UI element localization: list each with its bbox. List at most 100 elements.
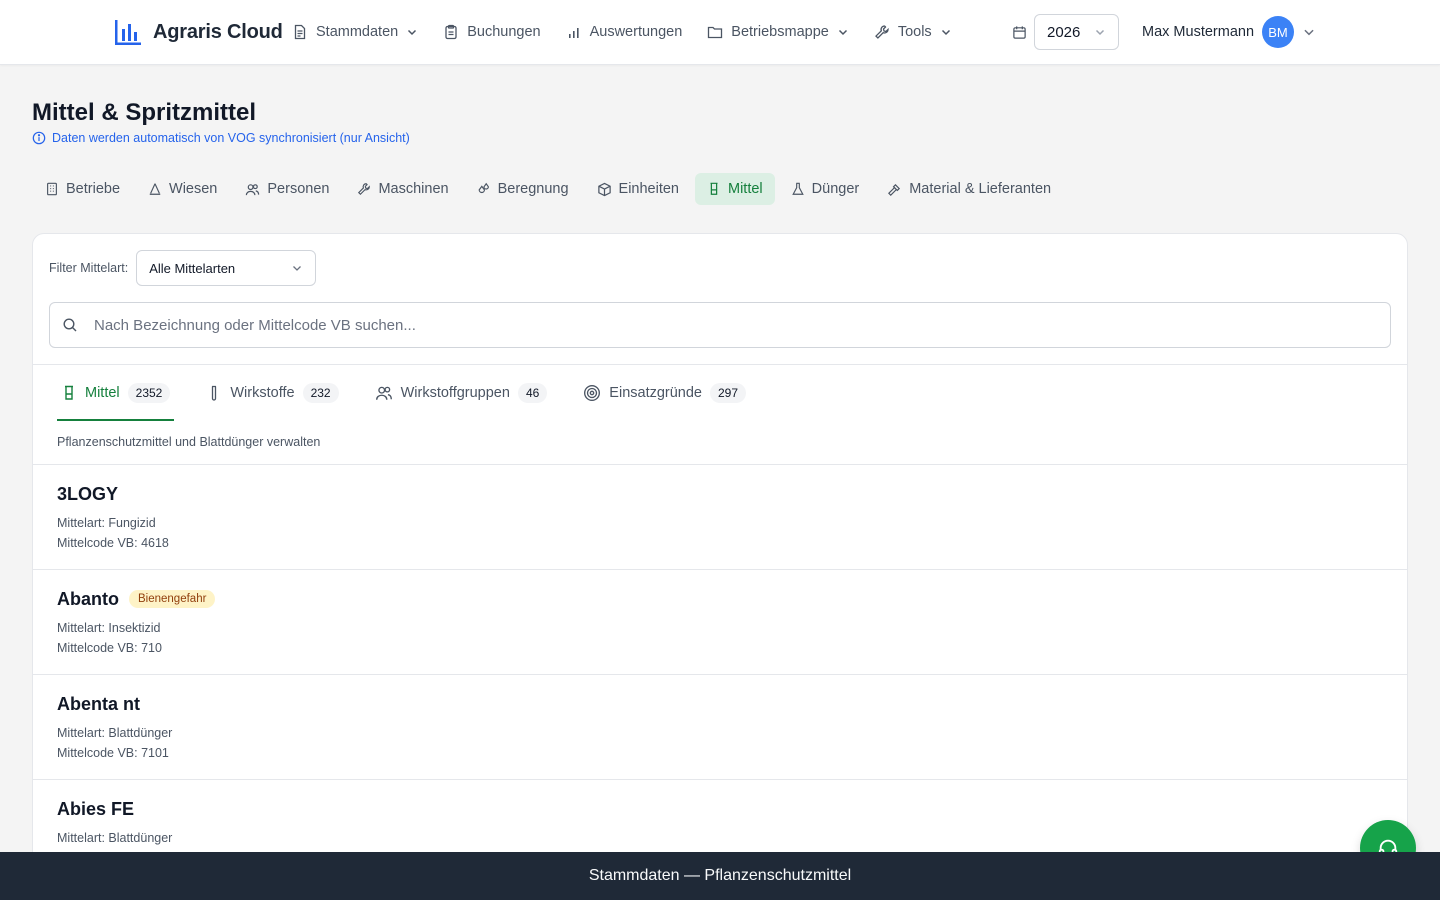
filter-value: Alle Mittelarten xyxy=(149,260,236,276)
item-mittelart: Mittelart: Insektizid xyxy=(57,621,161,635)
subtab-label: Wirkstoffe xyxy=(230,385,295,401)
nav-tools[interactable]: Tools xyxy=(874,0,952,64)
nav-label: Betriebsmappe xyxy=(731,24,829,40)
nav-auswertungen[interactable]: Auswertungen xyxy=(566,0,683,64)
tab-label: Maschinen xyxy=(378,181,449,197)
item-meta: Mittelart: Insektizid Mittelcode VB: 710 xyxy=(57,618,1383,658)
top-navbar: Agraris Cloud Stammdaten Buchungen Auswe… xyxy=(0,0,1440,65)
search-box xyxy=(49,302,1391,348)
tab-betriebe[interactable]: Betriebe xyxy=(33,173,132,205)
test-tube-icon xyxy=(212,385,217,401)
building-icon xyxy=(47,182,57,196)
tab-einheiten[interactable]: Einheiten xyxy=(585,173,691,205)
tab-beregnung[interactable]: Beregnung xyxy=(465,173,581,205)
subtab-einsatzgruende[interactable]: Einsatzgründe 297 xyxy=(579,365,750,421)
document-icon xyxy=(294,24,306,40)
mittel-list: 3LOGY Mittelart: Fungizid Mittelcode VB:… xyxy=(33,465,1407,872)
main-nav: Stammdaten Buchungen Auswertungen Betrie… xyxy=(292,0,977,64)
list-item[interactable]: Abenta nt Mittelart: Blattdünger Mittelc… xyxy=(33,675,1407,780)
sync-note: Daten werden automatisch von VOG synchro… xyxy=(32,131,410,145)
chevron-down-icon xyxy=(1304,29,1314,36)
subtab-description: Pflanzenschutzmittel und Blattdünger ver… xyxy=(57,435,321,449)
year-picker: 2026 xyxy=(1012,14,1119,50)
list-item[interactable]: 3LOGY Mittelart: Fungizid Mittelcode VB:… xyxy=(33,465,1407,570)
tab-label: Mittel xyxy=(728,181,763,197)
search-icon xyxy=(63,318,77,332)
item-title-row: Abenta nt xyxy=(57,693,1383,715)
nav-stammdaten[interactable]: Stammdaten xyxy=(292,0,418,64)
chevron-down-icon xyxy=(408,29,417,36)
item-title-row: Abies FE xyxy=(57,798,1383,820)
bar-chart-icon xyxy=(568,28,579,38)
beaker-icon xyxy=(710,182,718,195)
users-icon xyxy=(246,183,260,195)
beaker-icon xyxy=(65,385,73,400)
search-input[interactable] xyxy=(94,316,1294,334)
item-mittelcode: Mittelcode VB: 7101 xyxy=(57,746,169,760)
tab-label: Material & Lieferanten xyxy=(909,181,1052,197)
user-menu[interactable]: Max Mustermann BM xyxy=(1142,16,1316,48)
grass-icon xyxy=(149,183,161,195)
filter-row: Filter Mittelart: Alle Mittelarten xyxy=(49,250,317,286)
tab-material-lieferanten[interactable]: Material & Lieferanten xyxy=(875,173,1063,205)
wrench-icon xyxy=(874,25,889,39)
footer-text: Stammdaten — Pflanzenschutzmittel xyxy=(588,867,852,884)
footer-bar: Stammdaten — Pflanzenschutzmittel xyxy=(0,852,1440,900)
bar-chart-logo-icon xyxy=(115,20,141,45)
nav-betriebsmappe[interactable]: Betriebsmappe xyxy=(707,0,849,64)
chevron-down-icon xyxy=(941,29,950,36)
list-item[interactable]: Abanto Bienengefahr Mittelart: Insektizi… xyxy=(33,570,1407,675)
category-tabs: Betriebe Wiesen Personen Maschinen Bereg… xyxy=(33,173,1067,205)
sub-tabs: Mittel 2352 Wirkstoffe 232 Wirkstoffgrup… xyxy=(57,365,778,421)
nav-label: Buchungen xyxy=(467,24,541,40)
subtab-wirkstoffe[interactable]: Wirkstoffe 232 xyxy=(202,365,342,421)
clipboard-icon xyxy=(445,24,457,40)
tab-label: Betriebe xyxy=(66,181,121,197)
item-name: Abies FE xyxy=(57,798,135,819)
tab-personen[interactable]: Personen xyxy=(233,173,341,205)
item-meta: Mittelart: Blattdünger Mittelcode VB: 71… xyxy=(57,723,1383,763)
tab-mittel[interactable]: Mittel xyxy=(695,173,775,205)
count-badge: 297 xyxy=(710,383,747,403)
calendar-icon xyxy=(1013,25,1026,39)
brand-name: Agraris Cloud xyxy=(153,20,283,43)
item-name: Abanto xyxy=(57,588,119,609)
mittelart-filter-select[interactable]: Alle Mittelarten xyxy=(136,250,317,286)
chevron-down-icon xyxy=(1095,29,1105,36)
wrench-icon xyxy=(358,183,371,196)
brand-logo[interactable]: Agraris Cloud xyxy=(113,17,283,47)
item-mittelcode: Mittelcode VB: 4618 xyxy=(57,536,169,550)
tab-label: Einheiten xyxy=(618,181,679,197)
year-select[interactable]: 2026 xyxy=(1034,14,1119,50)
tab-wiesen[interactable]: Wiesen xyxy=(136,173,229,205)
subtab-label: Einsatzgründe xyxy=(609,385,702,401)
item-title-row: Abanto Bienengefahr xyxy=(57,588,1383,610)
tab-duenger[interactable]: Dünger xyxy=(779,173,872,205)
item-mittelcode: Mittelcode VB: 710 xyxy=(57,641,162,655)
count-badge: 2352 xyxy=(127,383,171,403)
subtab-mittel[interactable]: Mittel 2352 xyxy=(57,365,175,421)
nav-buchungen[interactable]: Buchungen xyxy=(443,0,541,64)
count-badge: 232 xyxy=(302,383,339,403)
item-meta: Mittelart: Fungizid Mittelcode VB: 4618 xyxy=(57,513,1383,553)
users-icon xyxy=(375,386,392,400)
tab-label: Wiesen xyxy=(169,181,218,197)
subtab-wirkstoffgruppen[interactable]: Wirkstoffgruppen 46 xyxy=(371,365,552,421)
user-name: Max Mustermann xyxy=(1142,24,1255,40)
subtab-label: Mittel xyxy=(85,385,120,401)
nav-label: Auswertungen xyxy=(589,24,683,40)
item-name: 3LOGY xyxy=(57,483,119,504)
item-meta: Mittelart: Blattdünger xyxy=(57,828,1383,848)
folder-icon xyxy=(708,26,723,39)
item-mittelart: Mittelart: Blattdünger xyxy=(57,726,173,740)
tab-maschinen[interactable]: Maschinen xyxy=(345,173,460,205)
tab-label: Beregnung xyxy=(497,181,569,197)
item-name: Abenta nt xyxy=(57,693,140,714)
mittel-card: Filter Mittelart: Alle Mittelarten Mitte… xyxy=(32,233,1408,873)
bienengefahr-badge: Bienengefahr xyxy=(129,590,216,608)
filter-label: Filter Mittelart: xyxy=(49,261,129,275)
subtab-label: Wirkstoffgruppen xyxy=(400,385,510,401)
page-title: Mittel & Spritzmittel xyxy=(32,99,257,126)
flask-icon xyxy=(791,182,804,195)
item-mittelart: Mittelart: Blattdünger xyxy=(57,831,173,845)
